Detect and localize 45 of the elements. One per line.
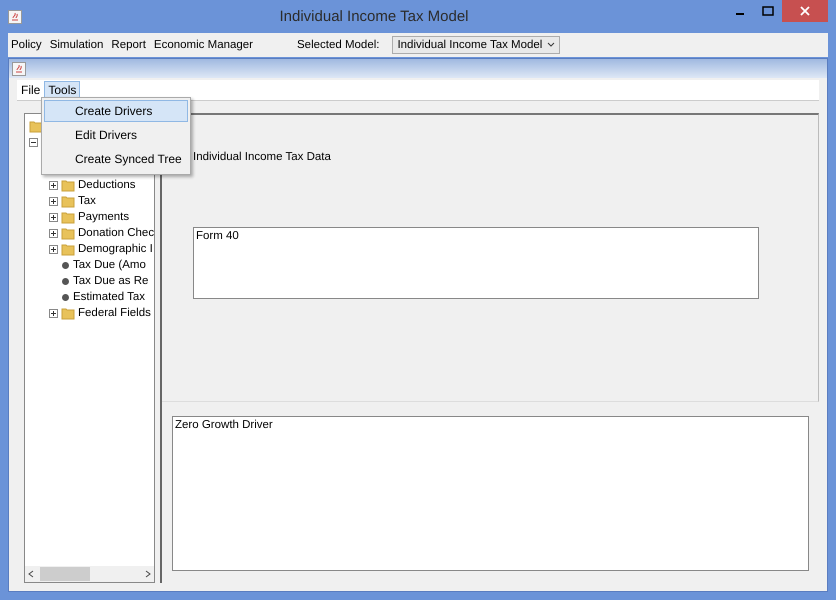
tree-item[interactable]: Tax Due as Re (73, 275, 148, 287)
folder-icon (61, 210, 75, 224)
close-button[interactable] (782, 0, 828, 22)
menu-item[interactable]: Policy (10, 39, 43, 51)
menu-item[interactable]: Edit Drivers (44, 124, 188, 146)
folder-icon (29, 119, 43, 133)
chevron-icon (547, 42, 556, 48)
menu-item[interactable]: Simulation (48, 39, 104, 51)
app-icon (8, 10, 22, 24)
menu-item[interactable]: Report (110, 39, 147, 51)
scroll-left-icon[interactable] (28, 570, 34, 578)
tree-item[interactable]: Federal Fields (78, 307, 151, 319)
window-title: Individual Income Tax Model (278, 8, 470, 25)
model-label: Selected Model: (296, 39, 380, 51)
menu-item[interactable]: Create Drivers (44, 100, 188, 122)
menu-item[interactable]: Economic Manager (152, 39, 254, 51)
close-icon (800, 6, 810, 16)
tree-item[interactable]: Tax Due (Amo (73, 259, 146, 271)
form-text-area[interactable]: Form 40 (193, 227, 759, 299)
folder-icon (61, 178, 75, 192)
folder-icon (61, 306, 75, 320)
collapse-icon[interactable] (29, 138, 38, 146)
expand-icon[interactable] (49, 196, 58, 206)
horizontal-scrollbar[interactable] (25, 566, 154, 582)
folder-icon (61, 194, 75, 208)
folder-icon (61, 226, 75, 240)
tree-item[interactable]: Tax (78, 195, 96, 207)
menu-item[interactable]: Create Synced Tree (44, 148, 188, 170)
tree-item[interactable]: Estimated Tax (73, 291, 146, 303)
driver-text-area[interactable]: Zero Growth Driver (172, 416, 809, 571)
model-dropdown[interactable]: Individual Income Tax Model (392, 36, 560, 54)
expand-icon[interactable] (49, 244, 58, 254)
tree-item[interactable]: Donation Chec (78, 227, 154, 239)
panel-title: Individual Income Tax Data (193, 151, 332, 163)
tree-item[interactable]: Demographic I (78, 243, 153, 255)
menu-item[interactable]: File (17, 81, 44, 99)
expand-icon[interactable] (49, 180, 58, 190)
frame-icon (12, 62, 26, 76)
scroll-right-icon[interactable] (145, 570, 151, 578)
expand-icon[interactable] (49, 308, 58, 318)
tree-item[interactable]: Deductions (78, 179, 136, 191)
folder-icon (61, 242, 75, 256)
expand-icon[interactable] (49, 212, 58, 222)
tree-item[interactable]: Payments (78, 211, 130, 223)
expand-icon[interactable] (49, 228, 58, 238)
